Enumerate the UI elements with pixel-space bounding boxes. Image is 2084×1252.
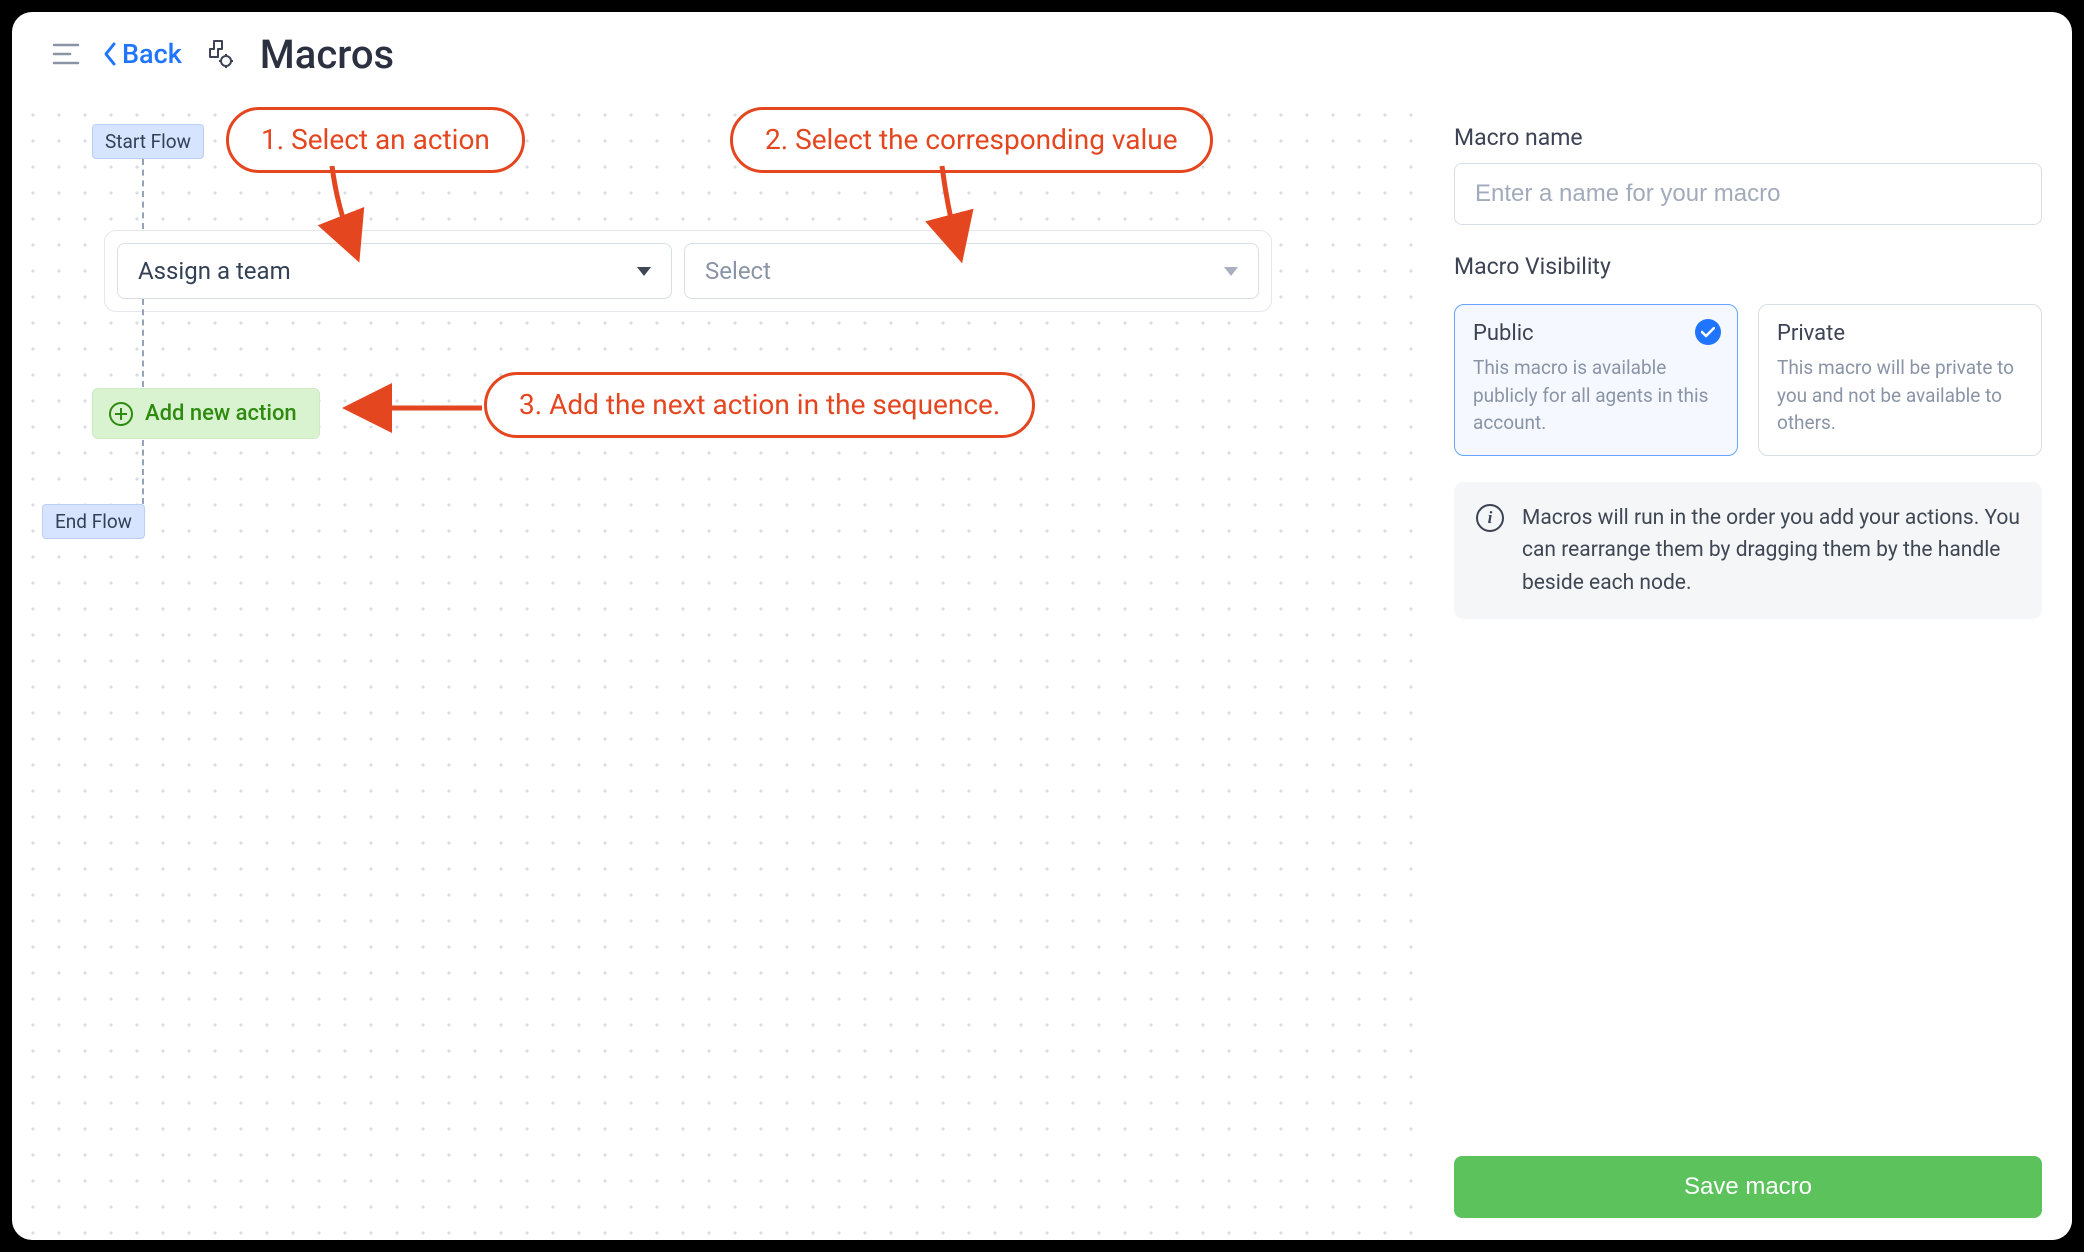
flow-track: Start Flow (92, 124, 204, 229)
header-bar: Back Macros (12, 12, 2072, 94)
action-node[interactable]: Assign a team Select (104, 230, 1272, 312)
macros-icon (204, 39, 234, 69)
flow-connector (142, 159, 204, 229)
save-macro-button[interactable]: Save macro (1454, 1156, 2042, 1218)
add-action-button[interactable]: Add new action (92, 388, 320, 439)
chevron-down-icon (1224, 267, 1238, 276)
end-flow-tag: End Flow (42, 504, 145, 539)
app-window: Back Macros Start Flow Assign a team (12, 12, 2072, 1240)
visibility-option-desc: This macro is available publicly for all… (1473, 354, 1719, 437)
add-action-label: Add new action (145, 401, 297, 426)
action-select[interactable]: Assign a team (117, 243, 672, 299)
flow-connector (142, 299, 144, 387)
hamburger-icon[interactable] (52, 43, 80, 65)
start-flow-tag: Start Flow (92, 124, 204, 159)
annotation-arrow (302, 166, 382, 256)
info-callout: i Macros will run in the order you add y… (1454, 482, 2042, 620)
back-link[interactable]: Back (102, 38, 182, 70)
chevron-down-icon (637, 267, 651, 276)
visibility-option-title: Public (1473, 321, 1719, 346)
macro-form-sidebar: Macro name Macro Visibility Public This … (1424, 94, 2072, 1240)
flow-canvas: Start Flow Assign a team Select (12, 94, 1424, 1240)
visibility-label: Macro Visibility (1454, 253, 2042, 280)
check-circle-icon (1695, 319, 1721, 345)
chevron-left-icon (102, 41, 118, 67)
page-title: Macros (260, 31, 394, 78)
info-icon: i (1476, 504, 1504, 532)
visibility-option-title: Private (1777, 321, 2023, 346)
visibility-option-desc: This macro will be private to you and no… (1777, 354, 2023, 437)
macro-name-input[interactable] (1454, 163, 2042, 225)
annotation-arrow (912, 166, 992, 256)
plus-circle-icon (109, 402, 133, 426)
info-text: Macros will run in the order you add you… (1522, 502, 2020, 600)
macro-name-label: Macro name (1454, 124, 2042, 151)
visibility-option-public[interactable]: Public This macro is available publicly … (1454, 304, 1738, 456)
content-area: Start Flow Assign a team Select (12, 94, 2072, 1240)
action-select-value: Assign a team (138, 257, 291, 285)
annotation-step2: 2. Select the corresponding value (730, 107, 1213, 173)
back-label: Back (122, 38, 182, 70)
annotation-step3: 3. Add the next action in the sequence. (484, 372, 1035, 438)
value-select-placeholder: Select (705, 257, 771, 285)
flow-connector (142, 440, 195, 504)
annotation-step1: 1. Select an action (226, 107, 525, 173)
visibility-options: Public This macro is available publicly … (1454, 304, 2042, 456)
annotation-arrow (352, 390, 492, 430)
visibility-option-private[interactable]: Private This macro will be private to yo… (1758, 304, 2042, 456)
